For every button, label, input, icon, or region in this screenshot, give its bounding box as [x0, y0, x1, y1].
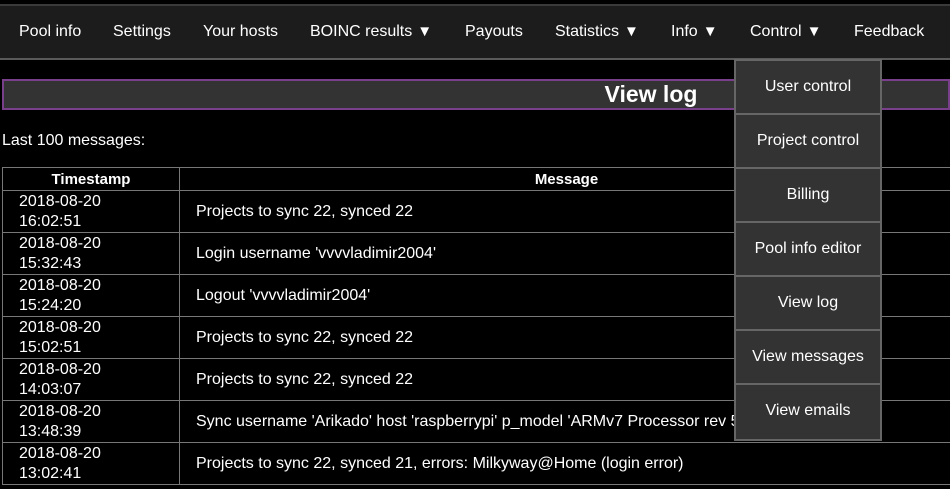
- dropdown-arrow-icon: ▼: [417, 23, 433, 40]
- timestamp-cell: 2018-08-20 16:02:51: [2, 190, 180, 233]
- nav-label: Feedback: [854, 23, 925, 40]
- menu-item-view-emails[interactable]: View emails: [736, 385, 880, 439]
- timestamp-time: 15:24:20: [19, 296, 82, 314]
- timestamp-cell: 2018-08-20 13:48:39: [2, 400, 180, 443]
- timestamp-time: 15:32:43: [19, 254, 82, 272]
- timestamp-cell: 2018-08-20 15:24:20: [2, 274, 180, 317]
- timestamp-time: 13:48:39: [19, 422, 82, 440]
- nav-payouts[interactable]: Payouts: [465, 6, 523, 58]
- nav-control[interactable]: Control ▼: [750, 6, 821, 58]
- timestamp-date: 2018-08-20: [19, 402, 101, 420]
- timestamp-time: 13:02:41: [19, 464, 82, 482]
- timestamp-time: 16:02:51: [19, 212, 82, 230]
- nav-feedback[interactable]: Feedback: [854, 6, 924, 58]
- nav-label: Control: [750, 23, 802, 40]
- nav-boinc-results[interactable]: BOINC results ▼: [310, 6, 432, 58]
- nav-label: Pool info: [19, 23, 82, 40]
- timestamp-date: 2018-08-20: [19, 192, 101, 210]
- header-timestamp: Timestamp: [2, 167, 180, 191]
- nav-label: Settings: [113, 23, 171, 40]
- dropdown-arrow-icon: ▼: [624, 23, 639, 40]
- timestamp-cell: 2018-08-20 15:02:51: [2, 316, 180, 359]
- table-row: 2018-08-20 13:02:41 Projects to sync 22, …: [2, 442, 950, 485]
- menu-item-view-log[interactable]: View log: [736, 277, 880, 331]
- timestamp-date: 2018-08-20: [19, 444, 101, 462]
- menu-item-project-control[interactable]: Project control: [736, 115, 880, 169]
- timestamp-cell: 2018-08-20 15:32:43: [2, 232, 180, 275]
- timestamp-date: 2018-08-20: [19, 318, 101, 336]
- menu-item-pool-info-editor[interactable]: Pool info editor: [736, 223, 880, 277]
- control-dropdown-menu: User control Project control Billing Poo…: [734, 59, 882, 441]
- nav-label: Your hosts: [203, 23, 279, 40]
- messages-count-label: Last 100 messages:: [2, 132, 146, 149]
- nav-settings[interactable]: Settings: [113, 6, 171, 58]
- nav-pool-info[interactable]: Pool info: [19, 6, 81, 58]
- timestamp-time: 15:02:51: [19, 338, 82, 356]
- timestamp-time: 14:03:07: [19, 380, 82, 398]
- timestamp-date: 2018-08-20: [19, 276, 101, 294]
- nav-your-hosts[interactable]: Your hosts: [203, 6, 278, 58]
- nav-label: Statistics: [555, 23, 620, 40]
- message-cell: Projects to sync 22, synced 21, errors: …: [179, 442, 950, 485]
- timestamp-date: 2018-08-20: [19, 234, 101, 252]
- menu-item-billing[interactable]: Billing: [736, 169, 880, 223]
- nav-label: BOINC results: [310, 23, 413, 40]
- nav-statistics[interactable]: Statistics ▼: [555, 6, 639, 58]
- dropdown-arrow-icon: ▼: [702, 23, 718, 40]
- timestamp-date: 2018-08-20: [19, 360, 101, 378]
- dropdown-arrow-icon: ▼: [806, 23, 822, 40]
- timestamp-cell: 2018-08-20 14:03:07: [2, 358, 180, 401]
- timestamp-cell: 2018-08-20 13:02:41: [2, 442, 180, 485]
- nav-label: Info: [671, 23, 698, 40]
- top-nav-bar: Pool info Settings Your hosts BOINC resu…: [0, 4, 950, 60]
- menu-item-user-control[interactable]: User control: [736, 61, 880, 115]
- nav-label: Payouts: [465, 23, 523, 40]
- nav-info[interactable]: Info ▼: [671, 6, 718, 58]
- menu-item-view-messages[interactable]: View messages: [736, 331, 880, 385]
